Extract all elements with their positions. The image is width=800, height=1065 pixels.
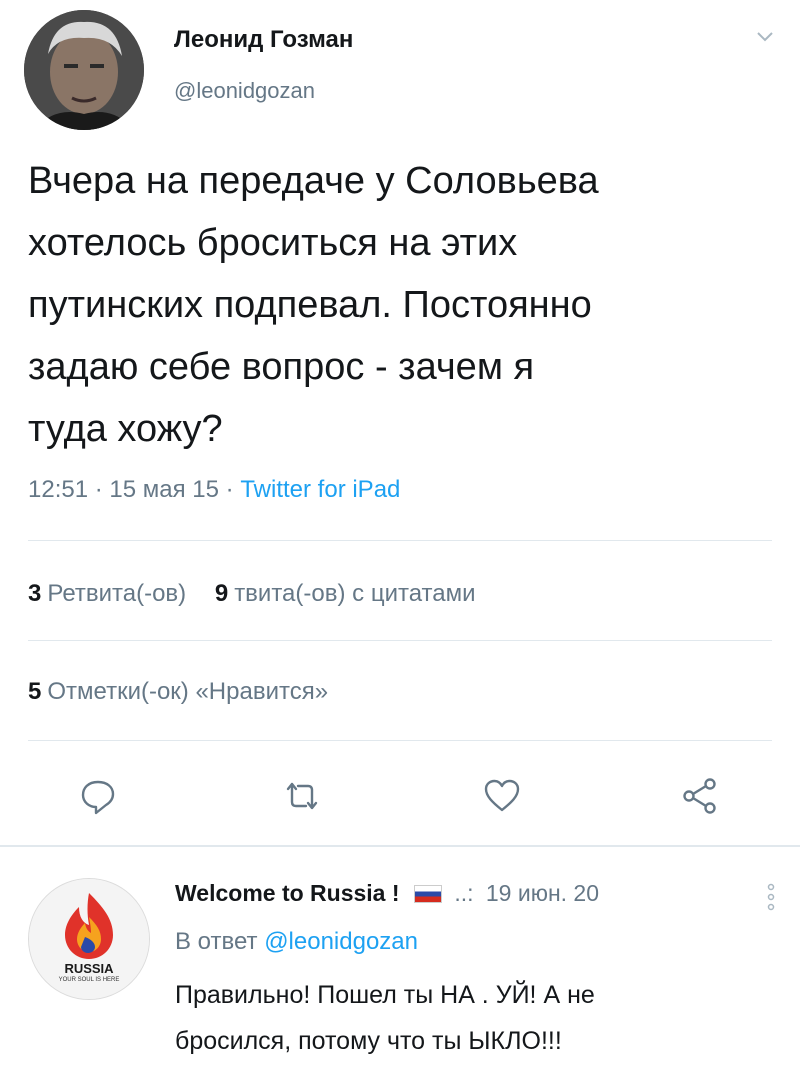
reply-to-line: В ответ @leonidgozan (175, 928, 418, 956)
reply-to-mention[interactable]: @leonidgozan (264, 928, 418, 955)
divider (28, 640, 772, 641)
tweet-text-line: путинских подпевал. Постоянно (28, 284, 592, 326)
divider (28, 540, 772, 541)
retweets-link[interactable]: 3 Ретвита(-ов) (28, 580, 193, 607)
tweet-text-line: хотелось броситься на этих (28, 222, 518, 264)
tweet-text-line: туда хожу? (28, 408, 223, 450)
share-icon[interactable] (680, 776, 720, 816)
reply-to-label: В ответ (175, 928, 258, 955)
tweet-meta: 12:51 · 15 мая 15 · Twitter for iPad (28, 476, 400, 504)
russia-flag-icon (413, 885, 442, 903)
meta-separator: · (225, 476, 234, 503)
retweets-count: 3 (28, 580, 42, 607)
tweet-text: Вчера на передаче у Соловьева хотелось б… (28, 150, 778, 460)
section-separator (0, 845, 800, 847)
author-photo (24, 10, 144, 130)
tweet-action-bar (0, 770, 800, 820)
retweets-label: Ретвита(-ов) (47, 580, 187, 607)
reply-date-prefix: ..: (454, 880, 474, 906)
more-options-icon[interactable] (766, 882, 776, 912)
reply-date[interactable]: 19 июн. 20 (486, 880, 599, 906)
author-avatar[interactable] (24, 10, 144, 130)
tweet-text-line: задаю себе вопрос - зачем я (28, 346, 535, 388)
reply-tweet[interactable]: RUSSIA YOUR SOUL IS HERE Welcome to Russ… (0, 860, 800, 1065)
quotes-label: твита(-ов) с цитатами (234, 580, 476, 607)
reply-author-name[interactable]: Welcome to Russia ! (175, 880, 400, 906)
logo-text: RUSSIA (64, 961, 114, 976)
tweet-time[interactable]: 12:51 (28, 476, 88, 503)
tweet-text-line: Вчера на передаче у Соловьева (28, 160, 599, 202)
retweet-stats-row: 3 Ретвита(-ов) 9 твита(-ов) с цитатами (28, 580, 476, 608)
likes-stats-row[interactable]: 5 Отметки(-ок) «Нравится» (28, 678, 328, 706)
meta-separator: · (94, 476, 103, 503)
retweet-icon[interactable] (282, 776, 322, 816)
reply-text-line: бросился, потому что ты ЫКЛО!!! (175, 1027, 562, 1055)
tweet-header: Леонид Гозман @leonidgozan (24, 10, 784, 130)
reply-text-line: Правильно! Пошел ты НА . УЙ! А не (175, 981, 595, 1009)
quotes-link[interactable]: 9 твита(-ов) с цитатами (215, 580, 476, 607)
tweet-date[interactable]: 15 мая 15 (109, 476, 219, 503)
author-handle[interactable]: @leonidgozan (174, 78, 315, 104)
author-name[interactable]: Леонид Гозман (174, 26, 353, 54)
divider (28, 740, 772, 741)
quotes-count: 9 (214, 580, 229, 607)
likes-count: 5 (28, 678, 42, 705)
likes-label: Отметки(-ок) «Нравится» (47, 678, 329, 705)
tweet-source-link[interactable]: Twitter for iPad (240, 476, 400, 503)
heart-icon[interactable] (482, 776, 522, 816)
reply-avatar[interactable]: RUSSIA YOUR SOUL IS HERE (28, 878, 150, 1000)
logo-subtext: YOUR SOUL IS HERE (58, 977, 120, 983)
reply-header: Welcome to Russia ! ..: 19 июн. 20 (175, 880, 599, 907)
reply-text: Правильно! Пошел ты НА . УЙ! А не бросил… (175, 972, 775, 1064)
reply-icon[interactable] (78, 776, 118, 816)
chevron-down-icon[interactable] (754, 26, 776, 48)
